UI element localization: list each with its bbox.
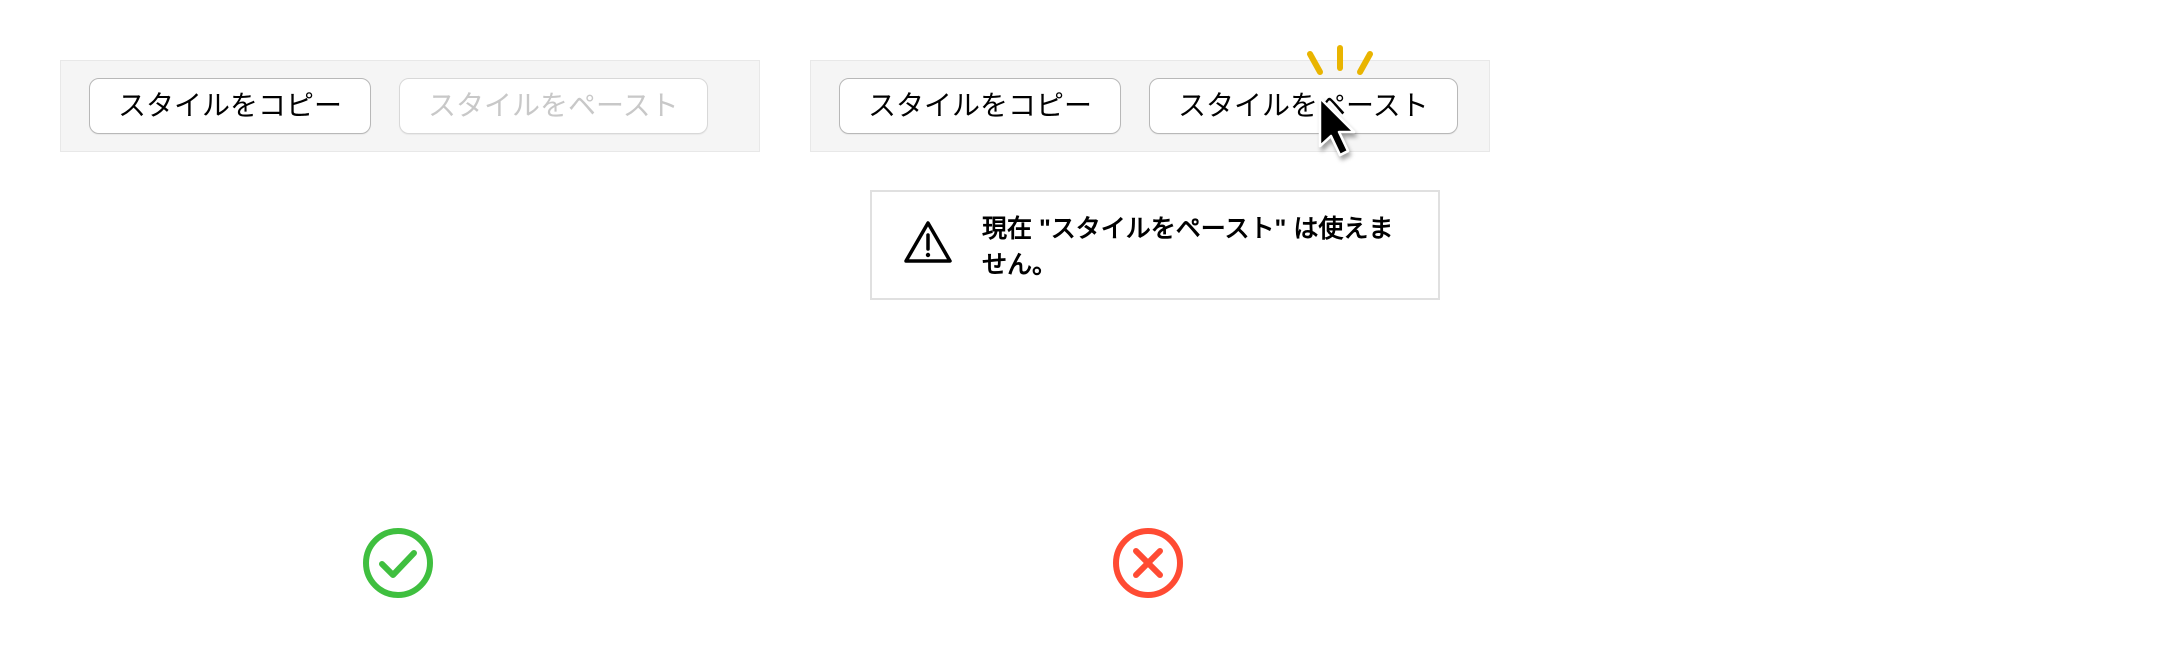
- warning-icon: [902, 219, 954, 272]
- copy-style-button[interactable]: スタイルをコピー: [839, 78, 1121, 134]
- paste-style-button[interactable]: スタイルをペースト: [1149, 78, 1458, 134]
- toolbar-left-example: スタイルをコピー スタイルをペースト: [60, 60, 760, 152]
- copy-style-button[interactable]: スタイルをコピー: [89, 78, 371, 134]
- toolbar-right-example: スタイルをコピー スタイルをペースト: [810, 60, 1490, 152]
- alert-dialog: 現在 "スタイルをペースト" は使えません。: [870, 190, 1440, 300]
- incorrect-cross-icon: [1110, 525, 1186, 606]
- alert-message: 現在 "スタイルをペースト" は使えません。: [982, 209, 1408, 281]
- correct-checkmark-icon: [360, 525, 436, 606]
- paste-style-button-disabled: スタイルをペースト: [399, 78, 708, 134]
